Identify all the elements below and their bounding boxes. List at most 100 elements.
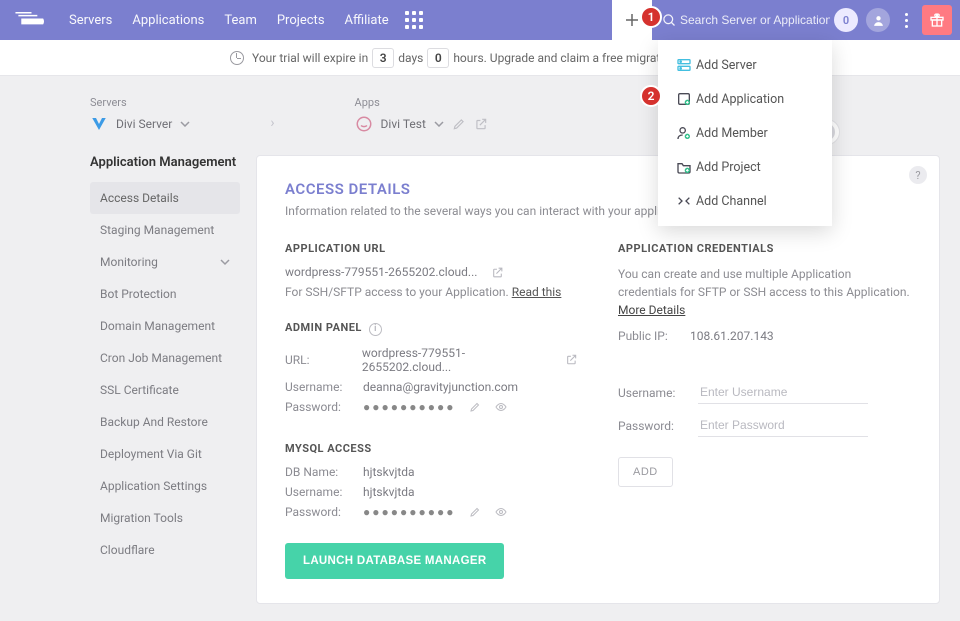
app-url-hint: For SSH/SFTP access to your Application. — [285, 285, 512, 299]
brand-logo[interactable] — [14, 9, 49, 31]
nav-servers[interactable]: Servers — [59, 13, 122, 28]
cred-pass-label: Password: — [618, 419, 698, 433]
admin-user-value: deanna@gravityjunction.com — [363, 380, 518, 394]
external-link-icon[interactable] — [491, 266, 504, 279]
sidebar-item-label: Domain Management — [100, 319, 215, 333]
add-menu-application[interactable]: Add Application — [658, 82, 832, 116]
admin-url-value[interactable]: wordpress-779551-2655202.cloud... — [362, 346, 551, 374]
trial-days-label: days — [398, 51, 423, 65]
annotation-badge-1: 1 — [640, 6, 662, 28]
add-menu-project[interactable]: Add Project — [658, 150, 832, 184]
mysql-pass-label: Password: — [285, 505, 353, 519]
sidebar-item-cron[interactable]: Cron Job Management — [90, 342, 240, 374]
user-avatar[interactable] — [866, 8, 890, 32]
mysql-pass-value: ●●●●●●●●●● — [363, 505, 455, 519]
apps-grid-icon[interactable] — [405, 11, 423, 29]
sidebar-item-cloudflare[interactable]: Cloudflare — [90, 534, 240, 566]
admin-pass-label: Password: — [285, 400, 353, 414]
sidebar-item-migration[interactable]: Migration Tools — [90, 502, 240, 534]
add-menu-label: Add Application — [696, 92, 784, 107]
nav-applications[interactable]: Applications — [122, 13, 214, 28]
crumb-separator: › — [260, 115, 284, 131]
topbar: Servers Applications Team Projects Affil… — [0, 0, 960, 40]
sidebar-item-access-details[interactable]: Access Details — [90, 182, 240, 214]
sidebar-item-git[interactable]: Deployment Via Git — [90, 438, 240, 470]
section-admin-panel: ADMIN PANEL i — [285, 321, 578, 336]
sidebar-item-label: Deployment Via Git — [100, 447, 202, 461]
crumb-apps-label: Apps — [355, 96, 488, 109]
notifications-count[interactable]: 0 — [834, 8, 858, 32]
publicip-value: 108.61.207.143 — [690, 329, 774, 343]
username-input[interactable] — [698, 381, 868, 404]
add-menu-member[interactable]: Add Member — [658, 116, 832, 150]
add-menu-channel[interactable]: Add Channel — [658, 184, 832, 218]
help-icon[interactable]: ? — [909, 166, 927, 184]
external-link-icon[interactable] — [474, 117, 488, 131]
admin-user-label: Username: — [285, 380, 353, 394]
clock-icon — [230, 51, 244, 65]
add-credential-button[interactable]: ADD — [618, 457, 673, 487]
eye-icon[interactable] — [495, 401, 507, 413]
sidebar-item-label: Monitoring — [100, 255, 158, 269]
sidebar-item-bot[interactable]: Bot Protection — [90, 278, 240, 310]
server-selector[interactable]: Divi Server — [90, 115, 190, 133]
server-icon — [672, 57, 696, 73]
vultr-icon — [90, 115, 108, 133]
pencil-icon[interactable] — [469, 506, 481, 518]
section-credentials: APPLICATION CREDENTIALS — [618, 242, 911, 255]
nav-affiliate[interactable]: Affiliate — [335, 13, 399, 28]
sidebar-item-domain[interactable]: Domain Management — [90, 310, 240, 342]
more-menu-icon[interactable] — [898, 13, 914, 28]
mysql-user-value: hjtskvjtda — [363, 485, 415, 499]
add-menu: Add Server Add Application Add Member Ad… — [658, 40, 832, 226]
add-menu-label: Add Server — [696, 58, 757, 73]
external-link-icon[interactable] — [565, 353, 578, 366]
app-icon — [355, 115, 373, 133]
sidebar-item-ssl[interactable]: SSL Certificate — [90, 374, 240, 406]
sidebar-item-staging[interactable]: Staging Management — [90, 214, 240, 246]
sidebar-item-label: Migration Tools — [100, 511, 183, 525]
credentials-desc: You can create and use multiple Applicat… — [618, 267, 910, 299]
channel-icon — [672, 193, 696, 209]
app-url-value[interactable]: wordpress-779551-2655202.cloud... — [285, 265, 477, 279]
password-input[interactable] — [698, 414, 868, 437]
chevron-down-icon — [434, 121, 444, 127]
section-mysql: MYSQL ACCESS — [285, 442, 578, 455]
sidebar-item-label: Application Settings — [100, 479, 207, 493]
more-details-link[interactable]: More Details — [618, 303, 685, 317]
mysql-db-label: DB Name: — [285, 465, 353, 479]
sidebar-item-label: Backup And Restore — [100, 415, 208, 429]
pencil-icon[interactable] — [469, 401, 481, 413]
crumb-servers-label: Servers — [90, 96, 190, 109]
application-icon — [672, 91, 696, 107]
add-menu-label: Add Member — [696, 126, 768, 141]
sidebar-item-label: Bot Protection — [100, 287, 176, 301]
add-menu-server[interactable]: Add Server — [658, 48, 832, 82]
trial-hours-label: hours. Upgrade and claim a free migratio… — [453, 51, 676, 65]
sidebar: Application Management Access Details St… — [90, 155, 240, 566]
server-name: Divi Server — [116, 117, 172, 131]
mysql-user-label: Username: — [285, 485, 353, 499]
nav-team[interactable]: Team — [214, 13, 267, 28]
app-selector[interactable]: Divi Test — [381, 117, 426, 131]
cred-user-label: Username: — [618, 386, 698, 400]
sidebar-item-settings[interactable]: Application Settings — [90, 470, 240, 502]
launch-db-button[interactable]: LAUNCH DATABASE MANAGER — [285, 543, 504, 579]
info-icon[interactable]: i — [369, 323, 382, 336]
gift-icon[interactable] — [922, 5, 952, 35]
read-this-link[interactable]: Read this — [512, 285, 562, 299]
sidebar-item-backup[interactable]: Backup And Restore — [90, 406, 240, 438]
publicip-label: Public IP: — [618, 329, 680, 343]
sidebar-item-label: Staging Management — [100, 223, 214, 237]
search-input[interactable] — [680, 13, 830, 27]
nav-projects[interactable]: Projects — [267, 13, 335, 28]
trial-days-value: 3 — [372, 48, 394, 68]
add-menu-label: Add Channel — [696, 194, 767, 209]
access-details-panel: ? ACCESS DETAILS Information related to … — [256, 155, 940, 604]
pencil-icon[interactable] — [452, 117, 466, 131]
add-menu-label: Add Project — [696, 160, 761, 175]
eye-icon[interactable] — [495, 506, 507, 518]
sidebar-item-label: Cron Job Management — [100, 351, 222, 365]
section-app-url: APPLICATION URL — [285, 242, 578, 255]
sidebar-item-monitoring[interactable]: Monitoring — [90, 246, 240, 278]
